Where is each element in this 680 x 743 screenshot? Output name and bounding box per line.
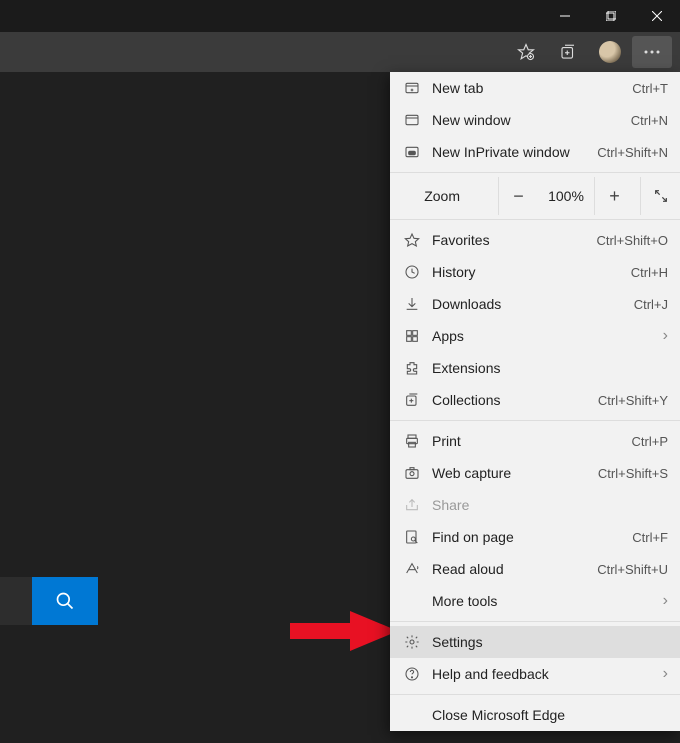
- history-icon: [402, 264, 422, 280]
- menu-item-extensions[interactable]: Extensions: [390, 352, 680, 384]
- menu-shortcut: Ctrl+F: [632, 530, 668, 545]
- search-field[interactable]: [0, 577, 32, 625]
- avatar: [599, 41, 621, 63]
- zoom-label: Zoom: [390, 188, 480, 204]
- menu-shortcut: Ctrl+Shift+U: [597, 562, 668, 577]
- new-tab-icon: [402, 80, 422, 96]
- menu-item-share: Share: [390, 489, 680, 521]
- menu-label: Share: [432, 497, 668, 513]
- inprivate-icon: [402, 144, 422, 160]
- menu-item-favorites[interactable]: Favorites Ctrl+Shift+O: [390, 224, 680, 256]
- menu-label: More tools: [432, 593, 663, 609]
- collections-icon: [402, 392, 422, 408]
- menu-item-history[interactable]: History Ctrl+H: [390, 256, 680, 288]
- menu-item-read-aloud[interactable]: Read aloud Ctrl+Shift+U: [390, 553, 680, 585]
- add-favorite-button[interactable]: [506, 36, 546, 68]
- menu-label: Favorites: [432, 232, 596, 248]
- menu-item-collections[interactable]: Collections Ctrl+Shift+Y: [390, 384, 680, 416]
- menu-separator: [390, 172, 680, 173]
- close-window-button[interactable]: [634, 0, 680, 32]
- window-titlebar: [0, 0, 680, 32]
- menu-shortcut: Ctrl+J: [634, 297, 668, 312]
- web-capture-icon: [402, 465, 422, 481]
- download-icon: [402, 296, 422, 312]
- menu-label: Read aloud: [432, 561, 597, 577]
- menu-item-more-tools[interactable]: More tools ›: [390, 585, 680, 617]
- menu-item-settings[interactable]: Settings: [390, 626, 680, 658]
- menu-label: Collections: [432, 392, 598, 408]
- maximize-button[interactable]: [588, 0, 634, 32]
- menu-separator: [390, 219, 680, 220]
- menu-shortcut: Ctrl+H: [631, 265, 668, 280]
- menu-shortcut: Ctrl+Shift+S: [598, 466, 668, 481]
- menu-item-new-inprivate[interactable]: New InPrivate window Ctrl+Shift+N: [390, 136, 680, 168]
- print-icon: [402, 433, 422, 449]
- page-search: [0, 577, 98, 625]
- menu-label: History: [432, 264, 631, 280]
- menu-item-new-window[interactable]: New window Ctrl+N: [390, 104, 680, 136]
- zoom-in-button[interactable]: +: [594, 177, 634, 215]
- zoom-out-button[interactable]: −: [498, 177, 538, 215]
- search-button[interactable]: [32, 577, 98, 625]
- menu-item-print[interactable]: Print Ctrl+P: [390, 425, 680, 457]
- profile-button[interactable]: [590, 36, 630, 68]
- collections-button[interactable]: [548, 36, 588, 68]
- find-icon: [402, 529, 422, 545]
- menu-label: Find on page: [432, 529, 632, 545]
- menu-item-help[interactable]: Help and feedback ›: [390, 658, 680, 690]
- menu-label: Extensions: [432, 360, 668, 376]
- extensions-icon: [402, 360, 422, 376]
- menu-separator: [390, 694, 680, 695]
- menu-item-web-capture[interactable]: Web capture Ctrl+Shift+S: [390, 457, 680, 489]
- help-icon: [402, 666, 422, 682]
- zoom-controls: Zoom − 100% +: [390, 177, 680, 215]
- browser-toolbar: [0, 32, 680, 72]
- new-window-icon: [402, 112, 422, 128]
- menu-label: Help and feedback: [432, 666, 663, 682]
- menu-label: Apps: [432, 328, 663, 344]
- fullscreen-button[interactable]: [640, 177, 680, 215]
- menu-shortcut: Ctrl+Shift+N: [597, 145, 668, 160]
- menu-separator: [390, 621, 680, 622]
- menu-label: Web capture: [432, 465, 598, 481]
- menu-label: New InPrivate window: [432, 144, 597, 160]
- menu-item-apps[interactable]: Apps ›: [390, 320, 680, 352]
- menu-label: New window: [432, 112, 631, 128]
- annotation-arrow: [290, 607, 400, 655]
- settings-more-menu: New tab Ctrl+T New window Ctrl+N New InP…: [390, 72, 680, 731]
- apps-icon: [402, 328, 422, 344]
- menu-item-find[interactable]: Find on page Ctrl+F: [390, 521, 680, 553]
- gear-icon: [402, 634, 422, 650]
- menu-item-downloads[interactable]: Downloads Ctrl+J: [390, 288, 680, 320]
- chevron-right-icon: ›: [663, 665, 668, 683]
- menu-label: Settings: [432, 634, 668, 650]
- star-icon: [402, 232, 422, 248]
- menu-item-new-tab[interactable]: New tab Ctrl+T: [390, 72, 680, 104]
- menu-shortcut: Ctrl+Shift+O: [596, 233, 668, 248]
- chevron-right-icon: ›: [663, 327, 668, 345]
- menu-shortcut: Ctrl+Shift+Y: [598, 393, 668, 408]
- menu-label: New tab: [432, 80, 632, 96]
- menu-shortcut: Ctrl+P: [632, 434, 668, 449]
- menu-shortcut: Ctrl+T: [632, 81, 668, 96]
- settings-more-button[interactable]: [632, 36, 672, 68]
- read-aloud-icon: [402, 561, 422, 577]
- menu-item-close-edge[interactable]: Close Microsoft Edge: [390, 699, 680, 731]
- share-icon: [402, 497, 422, 513]
- menu-shortcut: Ctrl+N: [631, 113, 668, 128]
- minimize-button[interactable]: [542, 0, 588, 32]
- menu-label: Close Microsoft Edge: [432, 707, 668, 723]
- menu-separator: [390, 420, 680, 421]
- menu-label: Print: [432, 433, 632, 449]
- zoom-value: 100%: [538, 188, 594, 204]
- chevron-right-icon: ›: [663, 592, 668, 610]
- menu-label: Downloads: [432, 296, 634, 312]
